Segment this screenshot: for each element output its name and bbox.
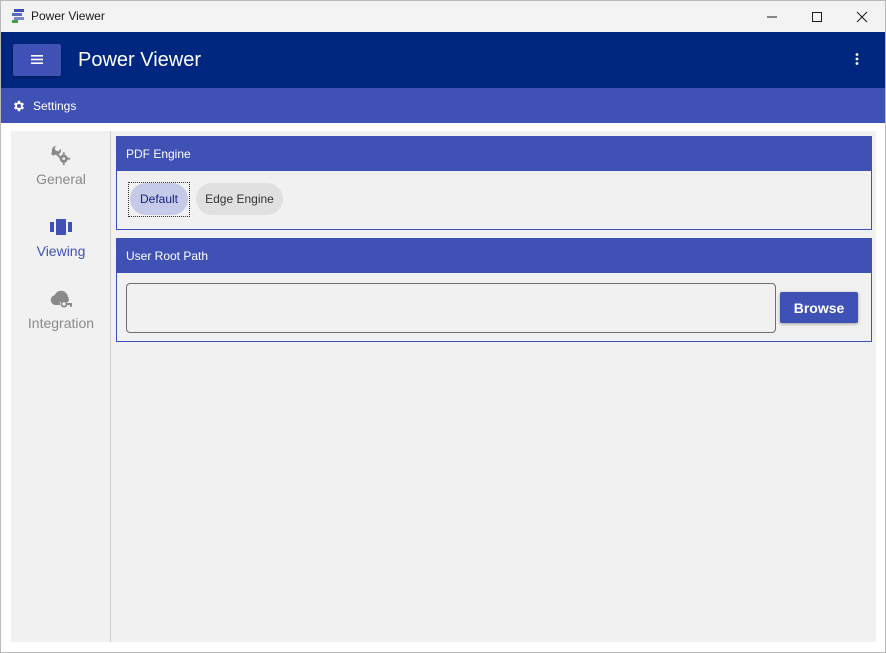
viewing-icon (50, 218, 72, 240)
settings-nav: General Viewing Integration (11, 131, 111, 642)
user-root-path-title: User Root Path (117, 239, 871, 273)
nav-item-general[interactable]: General (11, 144, 111, 205)
browse-button[interactable]: Browse (780, 292, 858, 323)
breadcrumb-label: Settings (33, 99, 77, 113)
app-header: Power Viewer (1, 32, 885, 88)
wrench-gear-icon (50, 144, 72, 171)
close-button[interactable] (839, 1, 885, 32)
root-path-input[interactable] (126, 283, 776, 333)
hamburger-icon (31, 51, 43, 69)
gear-icon (12, 99, 26, 118)
app-window: Power Viewer Power Viewer Settings Gener… (0, 0, 886, 653)
engine-option-default[interactable]: Default (130, 183, 188, 215)
settings-content: General Viewing Integration PDF Engine D… (11, 131, 876, 642)
app-title: Power Viewer (78, 49, 202, 71)
nav-item-integration[interactable]: Integration (11, 289, 111, 349)
close-icon (856, 11, 868, 23)
engine-option-edge[interactable]: Edge Engine (196, 183, 283, 215)
breadcrumb: Settings (1, 88, 885, 123)
minimize-button[interactable] (749, 1, 795, 32)
nav-item-viewing[interactable]: Viewing (11, 217, 111, 277)
nav-item-label: General (36, 171, 86, 187)
cloud-key-icon (49, 289, 73, 314)
more-options-button[interactable] (847, 52, 867, 70)
user-root-path-card: User Root Path Browse (116, 238, 872, 342)
pdf-engine-title: PDF Engine (117, 137, 871, 171)
window-title: Power Viewer (31, 9, 105, 23)
maximize-button[interactable] (794, 1, 840, 32)
nav-item-label: Integration (27, 315, 95, 331)
pdf-engine-card: PDF Engine Default Edge Engine (116, 136, 872, 230)
maximize-icon (811, 11, 823, 23)
menu-button[interactable] (13, 44, 61, 76)
minimize-icon (766, 11, 778, 23)
nav-item-label: Viewing (36, 243, 86, 259)
app-logo-icon (11, 9, 25, 23)
title-bar: Power Viewer (1, 1, 885, 32)
kebab-icon (855, 52, 859, 70)
